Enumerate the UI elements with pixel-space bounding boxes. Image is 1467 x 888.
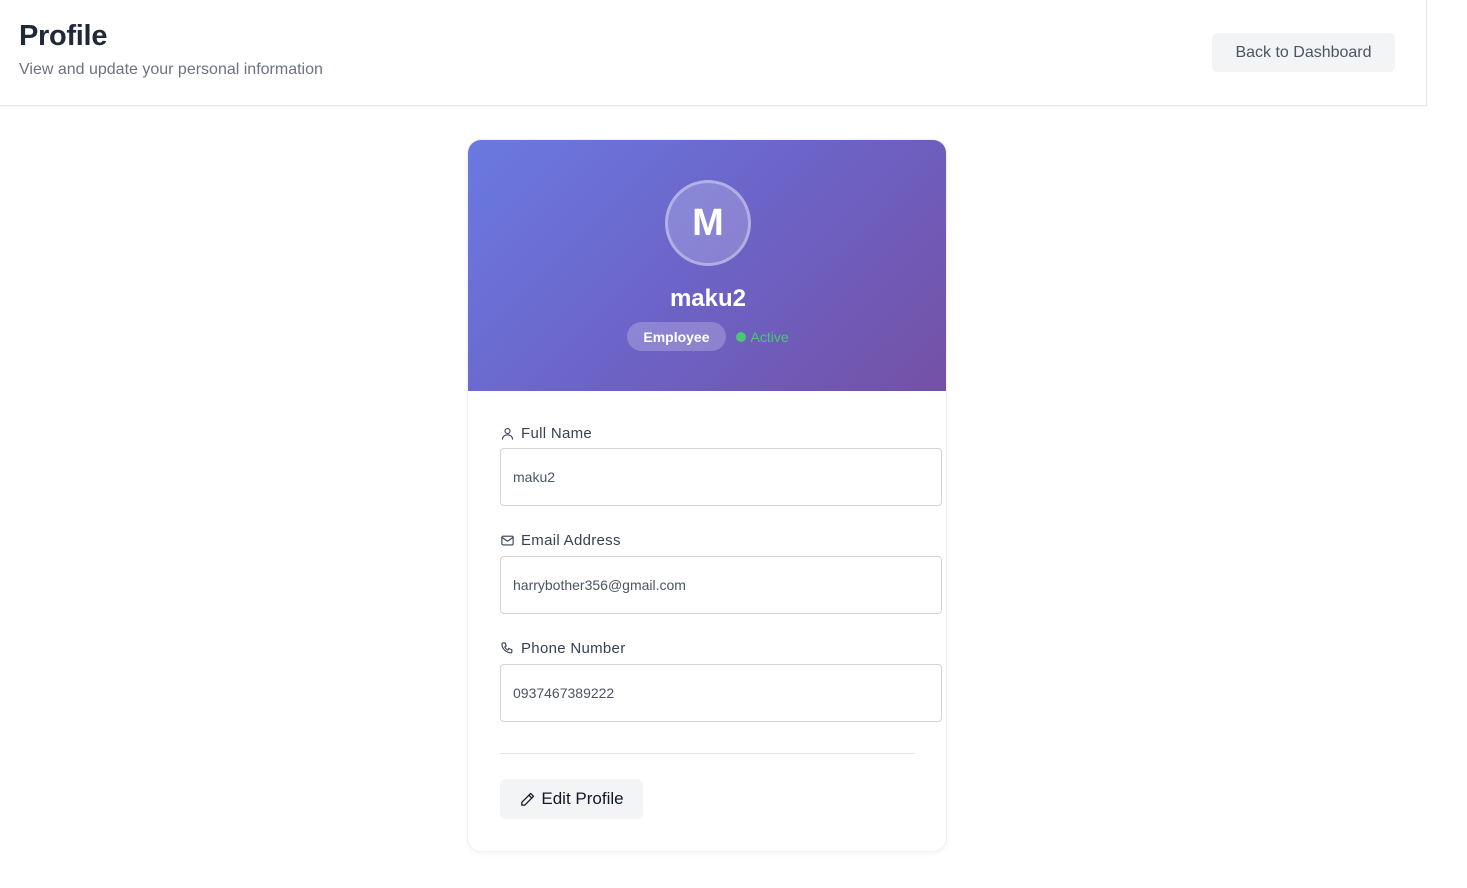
profile-banner: M maku2 Employee Active [468, 140, 946, 391]
email-label-text: Email Address [521, 532, 621, 549]
full-name-field[interactable] [500, 448, 942, 506]
avatar: M [665, 180, 751, 266]
pencil-icon [521, 792, 535, 806]
badge-row: Employee Active [468, 322, 946, 351]
phone-label-text: Phone Number [521, 640, 626, 657]
edit-profile-button[interactable]: Edit Profile [500, 779, 643, 819]
page-subtitle: View and update your personal informatio… [19, 61, 323, 78]
profile-card: M maku2 Employee Active Full Name Email … [467, 139, 947, 852]
full-name-label-text: Full Name [521, 425, 593, 442]
status-label: Active [750, 328, 789, 345]
divider [500, 753, 915, 754]
page-title: Profile [19, 20, 108, 52]
status-dot-icon [735, 331, 746, 342]
email-field[interactable] [500, 556, 942, 614]
mail-icon [501, 535, 514, 546]
phone-field[interactable] [500, 664, 942, 722]
user-icon [501, 427, 514, 440]
role-badge: Employee [627, 322, 726, 351]
edit-profile-label: Edit Profile [541, 789, 624, 808]
page-header: Profile View and update your personal in… [0, 0, 1427, 106]
status-indicator: Active [735, 328, 789, 345]
phone-label: Phone Number [500, 640, 626, 657]
profile-name: maku2 [669, 285, 747, 312]
email-label: Email Address [500, 532, 621, 549]
back-to-dashboard-button[interactable]: Back to Dashboard [1212, 33, 1395, 72]
phone-icon [501, 642, 513, 654]
full-name-label: Full Name [500, 425, 592, 442]
